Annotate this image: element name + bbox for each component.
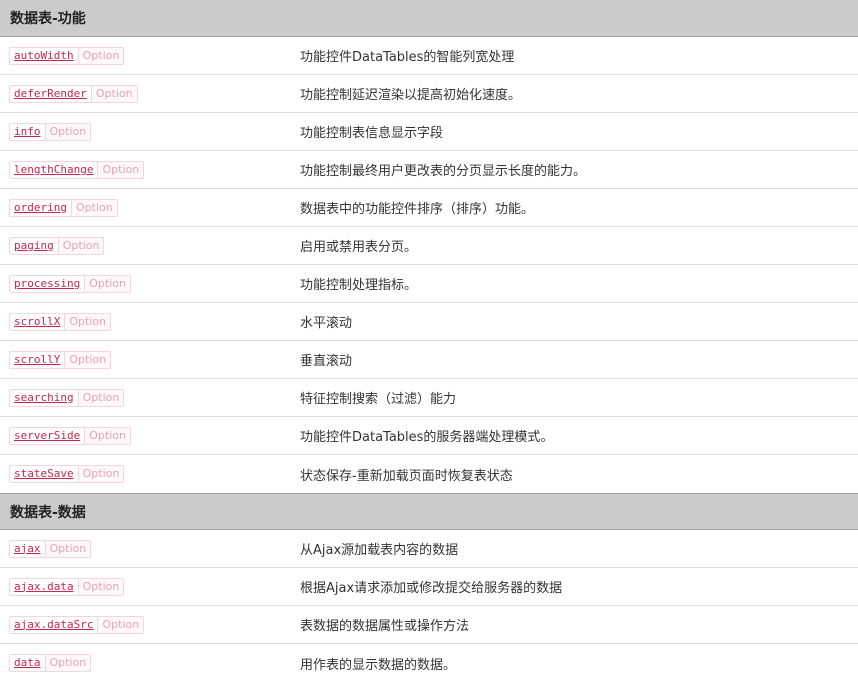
option-description: 状态保存-重新加载页面时恢复表状态: [300, 468, 513, 484]
option-type-badge: Option: [77, 466, 124, 482]
option-tag: ajax Option: [9, 539, 92, 558]
option-link[interactable]: ordering: [10, 199, 71, 216]
table-row: processing Option 功能控制处理指标。: [0, 265, 858, 303]
option-tag: scrollX Option: [9, 312, 112, 331]
option-link[interactable]: ajax.data: [10, 578, 78, 595]
option-link[interactable]: ajax.dataSrc: [10, 616, 98, 633]
table-row: searching Option 特征控制搜索（过滤）能力: [0, 379, 858, 417]
option-tag: lengthChange Option: [9, 160, 145, 179]
table-row: scrollY Option 垂直滚动: [0, 341, 858, 379]
option-link[interactable]: searching: [10, 389, 78, 406]
option-link[interactable]: paging: [10, 237, 58, 254]
options-reference-table: 数据表-功能 autoWidth Option 功能控件DataTables的智能…: [0, 0, 858, 682]
option-tag: serverSide Option: [9, 426, 131, 445]
option-tag: scrollY Option: [9, 350, 112, 369]
option-type-badge: Option: [44, 655, 91, 671]
section-rows-data: ajax Option 从Ajax源加载表内容的数据 ajax.data Optio…: [0, 530, 858, 682]
option-link[interactable]: serverSide: [10, 427, 85, 444]
section-rows-features: autoWidth Option 功能控件DataTables的智能列宽处理 de…: [0, 37, 858, 493]
section-header-data: 数据表-数据: [0, 493, 858, 530]
table-row: ajax.data Option 根据Ajax请求添加或修改提交给服务器的数据: [0, 568, 858, 606]
option-description: 垂直滚动: [300, 354, 353, 369]
option-type-badge: Option: [77, 578, 124, 595]
option-type-badge: Option: [44, 123, 91, 140]
option-type-badge: Option: [70, 199, 117, 216]
option-description: 功能控制最终用户更改表的分页显示长度的能力。: [300, 164, 587, 179]
option-tag: stateSave Option: [9, 465, 125, 483]
option-description: 表数据的数据属性或操作方法: [300, 619, 470, 634]
option-tag: paging Option: [9, 236, 105, 255]
table-row: paging Option 启用或禁用表分页。: [0, 227, 858, 265]
table-row: serverSide Option 功能控件DataTables的服务器端处理模式…: [0, 417, 858, 455]
section-header-features: 数据表-功能: [0, 0, 858, 37]
option-type-badge: Option: [64, 351, 111, 368]
option-tag: info Option: [9, 122, 92, 141]
section-title: 数据表-数据: [10, 504, 86, 521]
table-row: scrollX Option 水平滚动: [0, 303, 858, 341]
option-description: 用作表的显示数据的数据。: [300, 657, 457, 673]
section-title: 数据表-功能: [10, 11, 86, 27]
option-tag: ordering Option: [9, 198, 118, 217]
option-type-badge: Option: [77, 47, 124, 64]
option-type-badge: Option: [97, 161, 144, 178]
option-tag: autoWidth Option: [9, 46, 125, 65]
option-description: 根据Ajax请求添加或修改提交给服务器的数据: [300, 581, 563, 596]
option-type-badge: Option: [57, 237, 104, 254]
table-row: autoWidth Option 功能控件DataTables的智能列宽处理: [0, 37, 858, 75]
option-type-badge: Option: [77, 389, 124, 406]
option-type-badge: Option: [97, 616, 144, 633]
option-type-badge: Option: [90, 85, 137, 102]
option-tag: ajax.data Option: [9, 577, 125, 596]
option-description: 从Ajax源加载表内容的数据: [300, 543, 459, 558]
option-description: 功能控制表信息显示字段: [300, 126, 444, 141]
table-row: lengthChange Option 功能控制最终用户更改表的分页显示长度的能力…: [0, 151, 858, 189]
table-row: ajax Option 从Ajax源加载表内容的数据: [0, 530, 858, 568]
table-row: data Option 用作表的显示数据的数据。: [0, 644, 858, 682]
option-description: 水平滚动: [300, 316, 353, 331]
option-type-badge: Option: [64, 313, 111, 330]
option-type-badge: Option: [84, 275, 130, 292]
table-row: deferRender Option 功能控制延迟渲染以提高初始化速度。: [0, 75, 858, 113]
option-type-badge: Option: [44, 540, 91, 557]
option-link[interactable]: stateSave: [10, 466, 78, 482]
option-tag: searching Option: [9, 388, 125, 407]
option-link[interactable]: scrollY: [10, 351, 65, 368]
table-row: ordering Option 数据表中的功能控件排序（排序）功能。: [0, 189, 858, 227]
table-row: ajax.dataSrc Option 表数据的数据属性或操作方法: [0, 606, 858, 644]
option-tag: processing Option: [9, 274, 131, 293]
option-tag: deferRender Option: [9, 84, 138, 103]
option-description: 功能控件DataTables的服务器端处理模式。: [300, 430, 554, 445]
option-description: 数据表中的功能控件排序（排序）功能。: [300, 202, 535, 217]
option-description: 功能控制处理指标。: [300, 278, 418, 293]
table-row: stateSave Option 状态保存-重新加载页面时恢复表状态: [0, 455, 858, 493]
option-description: 特征控制搜索（过滤）能力: [300, 392, 457, 407]
option-link[interactable]: data: [10, 655, 45, 671]
option-type-badge: Option: [84, 427, 130, 444]
option-link[interactable]: processing: [10, 275, 85, 292]
option-description: 启用或禁用表分页。: [300, 240, 418, 255]
option-link[interactable]: autoWidth: [10, 47, 78, 64]
option-link[interactable]: lengthChange: [10, 161, 98, 178]
option-link[interactable]: deferRender: [10, 85, 91, 102]
option-description: 功能控件DataTables的智能列宽处理: [300, 50, 515, 65]
option-tag: data Option: [9, 654, 92, 672]
option-link[interactable]: info: [10, 123, 45, 140]
table-row: info Option 功能控制表信息显示字段: [0, 113, 858, 151]
option-tag: ajax.dataSrc Option: [9, 615, 145, 634]
option-link[interactable]: scrollX: [10, 313, 65, 330]
option-link[interactable]: ajax: [10, 540, 45, 557]
option-description: 功能控制延迟渲染以提高初始化速度。: [300, 88, 522, 103]
